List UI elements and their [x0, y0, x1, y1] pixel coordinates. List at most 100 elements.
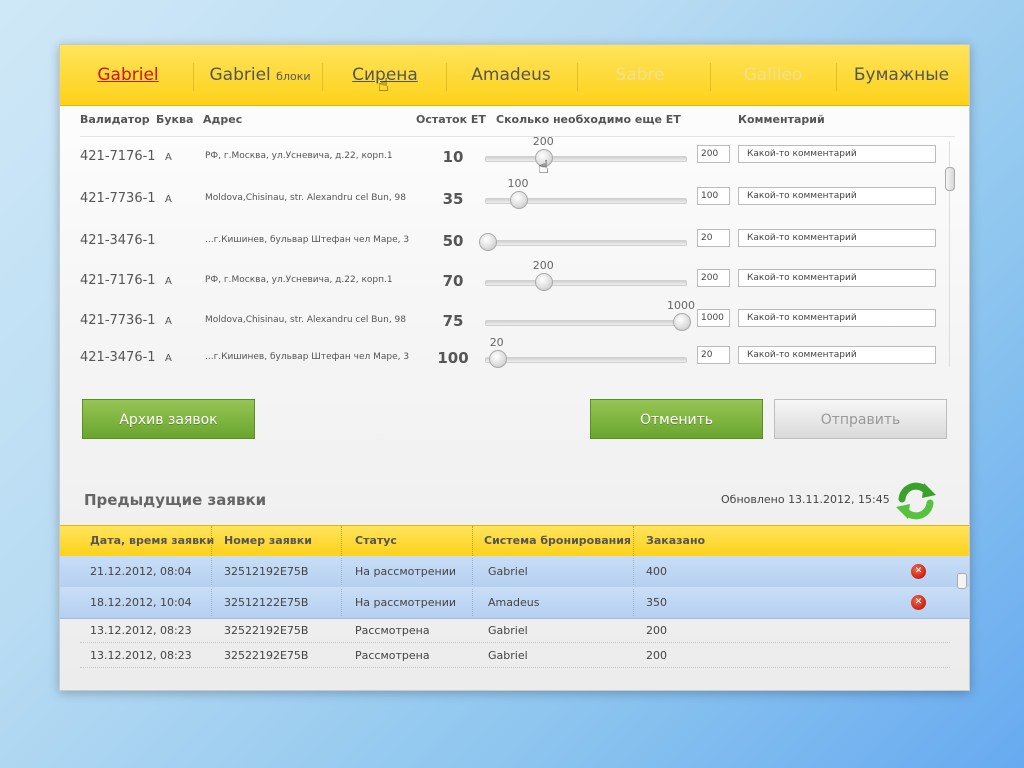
tab-label: Sabre: [615, 65, 665, 85]
order-system: Amadeus: [488, 596, 540, 609]
column-divider: [633, 589, 634, 616]
comment-input[interactable]: Какой-то комментарий: [738, 187, 936, 205]
validator-letter: А: [165, 276, 172, 287]
needed-input[interactable]: 100: [697, 187, 730, 205]
slider-knob[interactable]: [673, 313, 691, 331]
orders-table-header: Дата, время заявки Номер заявки Статус С…: [60, 525, 969, 557]
order-date: 13.12.2012, 08:23: [90, 649, 192, 662]
tab-divider: [836, 63, 837, 91]
comment-input[interactable]: Какой-то комментарий: [738, 269, 936, 287]
slider-value-label: 200: [532, 259, 554, 272]
column-divider: [341, 526, 343, 556]
slider-knob[interactable]: [535, 273, 554, 291]
header-rest: Остаток ЕТ: [416, 113, 486, 126]
tab-label: Бумажные: [853, 65, 950, 85]
validator-row: 421-7736-1 А Moldova,Chisinau, str. Alexan…: [60, 177, 969, 218]
validator-address: ...г.Кишинев, бульвар Штефан чел Маре, 3: [205, 352, 410, 362]
slider-track[interactable]: [485, 156, 687, 162]
validator-row: 421-7736-1 А Moldova,Chisinau, str. Alexan…: [60, 299, 969, 340]
main-panel: Gabriel Gabriel блоки Сирена Amadeus Sab…: [59, 44, 970, 691]
order-status: Рассмотрена: [355, 624, 430, 637]
header-letter: Буква: [156, 113, 194, 126]
slider-value-label: 20: [489, 336, 504, 349]
tab-amadeus[interactable]: Amadeus: [455, 45, 567, 105]
column-divider: [211, 526, 213, 556]
validator-address: Moldova,Chisinau, str. Alexandru cel Bun…: [205, 193, 406, 203]
delete-icon[interactable]: ✕: [911, 595, 926, 610]
validator-scrollbar[interactable]: [945, 141, 955, 367]
tab-gabriel[interactable]: Gabriel: [80, 45, 176, 105]
order-row[interactable]: 21.12.2012, 08:04 32512192E75B На рассмотр…: [60, 556, 969, 588]
column-divider: [472, 589, 473, 616]
order-date: 18.12.2012, 10:04: [90, 596, 192, 609]
comment-input[interactable]: Какой-то комментарий: [738, 229, 936, 247]
header-validator: Валидатор: [80, 113, 150, 126]
slider-track[interactable]: [485, 240, 687, 246]
archive-button[interactable]: Архив заявок: [82, 399, 255, 439]
tab-gabriel-blocks[interactable]: Gabriel блоки: [200, 45, 320, 105]
validator-address: РФ, г.Москва, ул.Усневича, д.22, корп.1: [205, 275, 393, 285]
hand-pointer-icon: ☝: [378, 75, 389, 96]
order-system: Gabriel: [488, 649, 528, 662]
needed-input[interactable]: 1000: [697, 309, 730, 327]
order-system: Gabriel: [488, 565, 528, 578]
header-comment: Комментарий: [738, 113, 825, 126]
slider-value-label: 200: [532, 135, 554, 148]
order-number: 32512192E75B: [224, 565, 309, 578]
needed-input[interactable]: 200: [697, 269, 730, 287]
delete-icon[interactable]: ✕: [911, 564, 926, 579]
needed-input[interactable]: 20: [697, 346, 730, 364]
comment-input[interactable]: Какой-то комментарий: [738, 309, 936, 327]
order-row[interactable]: 13.12.2012, 08:23 32522192E75B Рассмотрена…: [60, 643, 969, 668]
slider-track[interactable]: [485, 357, 687, 363]
slider-knob[interactable]: [510, 191, 529, 209]
header-needed: Сколько необходимо еще ЕТ: [496, 113, 681, 126]
booking-system-tabs: Gabriel Gabriel блоки Сирена Amadeus Sab…: [60, 45, 969, 106]
order-date: 13.12.2012, 08:23: [90, 624, 192, 637]
slider-track[interactable]: [485, 280, 687, 286]
column-divider: [633, 526, 635, 556]
order-ordered: 200: [646, 649, 667, 662]
column-divider: [633, 558, 634, 585]
comment-input[interactable]: Какой-то комментарий: [738, 145, 936, 163]
validator-letter: А: [165, 353, 172, 364]
validator-rest: 75: [442, 312, 464, 330]
header-ordered: Заказано: [646, 534, 706, 547]
validator-letter: А: [165, 194, 172, 205]
column-divider: [211, 558, 212, 585]
validator-address: Moldova,Chisinau, str. Alexandru cel Bun…: [205, 315, 406, 325]
order-status: Рассмотрена: [355, 649, 430, 662]
tab-paper[interactable]: Бумажные: [844, 45, 959, 105]
header-status: Статус: [355, 534, 397, 547]
slider-knob[interactable]: [488, 350, 507, 368]
tab-label: Amadeus: [471, 65, 551, 85]
validator-rest: 50: [442, 232, 464, 250]
tab-divider: [193, 63, 194, 91]
scroll-thumb[interactable]: [945, 167, 955, 191]
slider-knob[interactable]: [479, 233, 497, 251]
validator-code: 421-3476-1: [80, 233, 156, 248]
validator-code: 421-7176-1: [80, 149, 156, 164]
send-button[interactable]: Отправить: [774, 399, 947, 439]
orders-scrollbar[interactable]: [957, 573, 967, 589]
tab-label: Gabriel: [97, 65, 159, 85]
validator-code: 421-3476-1: [80, 350, 156, 365]
cancel-button[interactable]: Отменить: [590, 399, 763, 439]
tab-sublabel: блоки: [276, 70, 311, 83]
tab-divider: [577, 63, 578, 91]
validator-code: 421-7736-1: [80, 191, 156, 206]
validator-address: ...г.Кишинев, бульвар Штефан чел Маре, 3: [205, 235, 410, 245]
tab-galileo: Galileo: [718, 45, 828, 105]
needed-input[interactable]: 20: [697, 229, 730, 247]
order-ordered: 200: [646, 624, 667, 637]
comment-input[interactable]: Какой-то комментарий: [738, 346, 936, 364]
order-ordered: 350: [646, 596, 667, 609]
column-divider: [472, 526, 474, 556]
order-row[interactable]: 18.12.2012, 10:04 32512122E75B На рассмотр…: [60, 587, 969, 619]
refresh-icon[interactable]: [894, 479, 938, 523]
header-address: Адрес: [203, 113, 243, 126]
order-row[interactable]: 13.12.2012, 08:23 32522192E75B Рассмотрена…: [60, 618, 969, 643]
slider-track[interactable]: [485, 320, 687, 326]
needed-input[interactable]: 200: [697, 145, 730, 163]
order-status: На рассмотрении: [355, 565, 457, 578]
